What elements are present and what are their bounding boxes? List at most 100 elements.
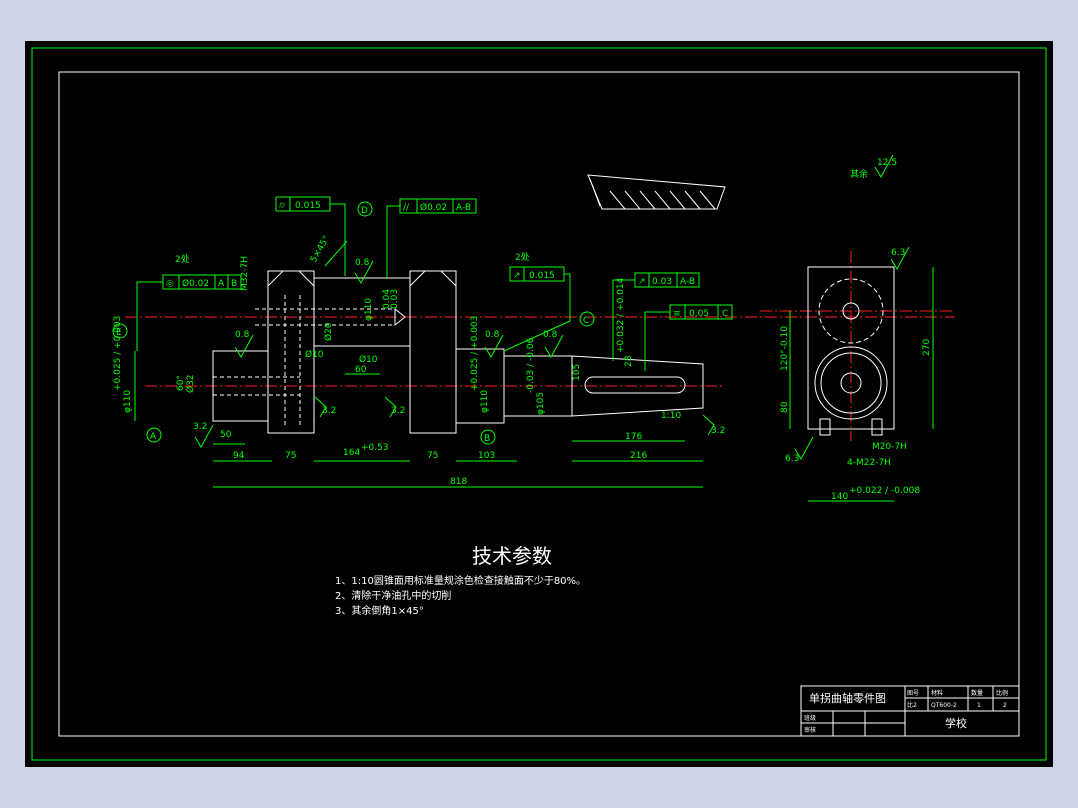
svg-text:M32-7H: M32-7H xyxy=(240,256,250,291)
keyway-section xyxy=(587,174,726,210)
svg-text:班级: 班级 xyxy=(804,714,816,722)
svg-text:其余: 其余 xyxy=(850,168,868,180)
note-3: 3、其余倒角1×45° xyxy=(335,604,424,617)
svg-text:φ110: φ110 xyxy=(364,298,374,321)
svg-text:材料: 材料 xyxy=(931,689,943,697)
svg-text:12.5: 12.5 xyxy=(877,158,897,168)
svg-text:3.2: 3.2 xyxy=(391,406,405,416)
svg-text:+0.53: +0.53 xyxy=(361,443,389,453)
svg-text:103: 103 xyxy=(478,451,495,461)
dimension-texts: 818 94 75 164 +0.53 75 103 216 176 50 60… xyxy=(113,234,932,502)
datum-a: A xyxy=(146,427,162,443)
svg-text:60: 60 xyxy=(355,365,367,375)
svg-text:A: A xyxy=(150,432,157,442)
cad-drawing: ⌭ 0.015 //Ø0.02 A-B ◎ Ø0.02 A B ↗ 0.015 ↗ 0.03 A… xyxy=(31,47,1047,761)
fcf-4: ↗ 0.015 xyxy=(509,266,565,282)
svg-text:比例: 比例 xyxy=(996,689,1008,697)
svg-text:0.8: 0.8 xyxy=(355,258,370,268)
svg-text:2处: 2处 xyxy=(515,251,530,263)
crankshaft-side-view xyxy=(212,270,704,434)
note-2: 2、清除干净油孔中的切削 xyxy=(335,589,451,602)
drawing-canvas: ⌭ 0.015 //Ø0.02 A-B ◎ Ø0.02 A B ↗ 0.015 ↗ 0.03 A… xyxy=(25,41,1053,767)
datum-c: C xyxy=(579,311,595,327)
svg-text:B: B xyxy=(484,434,490,444)
svg-text:216: 216 xyxy=(630,451,647,461)
fcf-5: ↗ 0.03 A-B xyxy=(634,272,700,288)
svg-text:0.05: 0.05 xyxy=(689,309,709,319)
svg-text:270: 270 xyxy=(922,339,932,356)
svg-text:+0.025 / +0.003: +0.025 / +0.003 xyxy=(113,316,123,391)
school-name: 学校 xyxy=(945,716,967,730)
svg-text:164: 164 xyxy=(343,448,360,458)
technical-notes: 技术参数 1、1:10圆锥面用标准量规涂色检查接触面不少于80%。 2、清除干净… xyxy=(335,544,586,617)
svg-text:φ105: φ105 xyxy=(536,392,546,415)
svg-text:-0.03 / -0.06: -0.03 / -0.06 xyxy=(526,337,536,393)
svg-text:1:10: 1:10 xyxy=(661,411,681,421)
svg-text:图号: 图号 xyxy=(907,690,919,697)
svg-text:A-B: A-B xyxy=(456,203,471,213)
svg-text:28: 28 xyxy=(624,355,634,367)
svg-text:0.8: 0.8 xyxy=(543,330,558,340)
svg-text:2: 2 xyxy=(1003,702,1007,709)
svg-text:QT600-2: QT600-2 xyxy=(931,702,957,709)
svg-text:120°-0.10: 120°-0.10 xyxy=(780,326,790,371)
title-block: 单拐曲轴零件图 学校 图号 材料 数量 比例 比2 QT600-2 1 2 班级… xyxy=(800,685,1020,737)
svg-text:6.3: 6.3 xyxy=(891,248,905,258)
svg-text:φ110: φ110 xyxy=(480,390,490,413)
svg-text:B: B xyxy=(231,279,237,289)
svg-text:Ø20: Ø20 xyxy=(323,322,334,341)
fcf-2: // Ø0.02 A-B xyxy=(399,198,477,214)
svg-text:C: C xyxy=(583,316,589,326)
drawing-name: 单拐曲轴零件图 xyxy=(809,691,886,705)
svg-text:0.015: 0.015 xyxy=(295,201,321,211)
datum-d: D xyxy=(357,201,373,217)
svg-text:2处: 2处 xyxy=(175,253,190,265)
note-1: 1、1:10圆锥面用标准量规涂色检查接触面不少于80%。 xyxy=(335,574,586,587)
svg-text:φ110: φ110 xyxy=(123,390,133,413)
svg-text:3.2: 3.2 xyxy=(711,426,725,436)
svg-text:75: 75 xyxy=(285,451,296,461)
svg-text:M20-7H: M20-7H xyxy=(872,442,907,452)
datum-b: B xyxy=(480,429,496,445)
svg-text:105: 105 xyxy=(572,364,582,381)
fcf-3: ◎ Ø0.02 A B xyxy=(162,274,242,290)
svg-text:+0.032 / +0.014: +0.032 / +0.014 xyxy=(616,277,626,353)
svg-text:⌭: ⌭ xyxy=(279,201,286,211)
svg-text:+0.025 / +0.003: +0.025 / +0.003 xyxy=(470,316,480,391)
svg-text:50: 50 xyxy=(220,430,232,440)
svg-text:+0.022 / -0.008: +0.022 / -0.008 xyxy=(849,486,920,496)
svg-text:↗: ↗ xyxy=(638,277,646,287)
svg-text:94: 94 xyxy=(233,451,245,461)
svg-text:A-B: A-B xyxy=(680,277,695,287)
svg-text:3.2: 3.2 xyxy=(193,422,207,432)
svg-text:A: A xyxy=(218,279,225,289)
svg-text:140: 140 xyxy=(831,492,848,502)
svg-text:1: 1 xyxy=(977,702,981,709)
svg-text:Ø0.02: Ø0.02 xyxy=(420,202,447,213)
svg-text:4-M22-7H: 4-M22-7H xyxy=(847,458,891,468)
svg-text:80: 80 xyxy=(780,401,790,413)
svg-text:D: D xyxy=(361,206,368,216)
svg-text:Ø10: Ø10 xyxy=(305,349,324,360)
svg-text://: // xyxy=(403,203,410,213)
fcf-1: ⌭ 0.015 xyxy=(275,196,331,212)
notes-title: 技术参数 xyxy=(472,544,552,568)
svg-text:0.03: 0.03 xyxy=(390,289,400,309)
svg-text:0.8: 0.8 xyxy=(485,330,500,340)
svg-text:数量: 数量 xyxy=(971,689,983,697)
svg-text:5×45°: 5×45° xyxy=(309,234,332,264)
svg-text:75: 75 xyxy=(427,451,438,461)
svg-text:176: 176 xyxy=(625,432,642,442)
svg-text:审核: 审核 xyxy=(804,726,816,734)
svg-text:6.3: 6.3 xyxy=(785,454,799,464)
svg-text:比2: 比2 xyxy=(907,701,917,709)
svg-text:C: C xyxy=(722,309,728,319)
svg-text:0.015: 0.015 xyxy=(529,271,555,281)
svg-text:0.03: 0.03 xyxy=(652,277,672,287)
svg-text:≡: ≡ xyxy=(673,309,681,319)
svg-text:Ø0.02: Ø0.02 xyxy=(182,278,209,289)
fcf-6: ≡ 0.05 C xyxy=(669,304,733,320)
svg-text:60°: 60° xyxy=(176,375,186,391)
svg-text:3.2: 3.2 xyxy=(322,406,336,416)
svg-text:0.8: 0.8 xyxy=(235,330,250,340)
